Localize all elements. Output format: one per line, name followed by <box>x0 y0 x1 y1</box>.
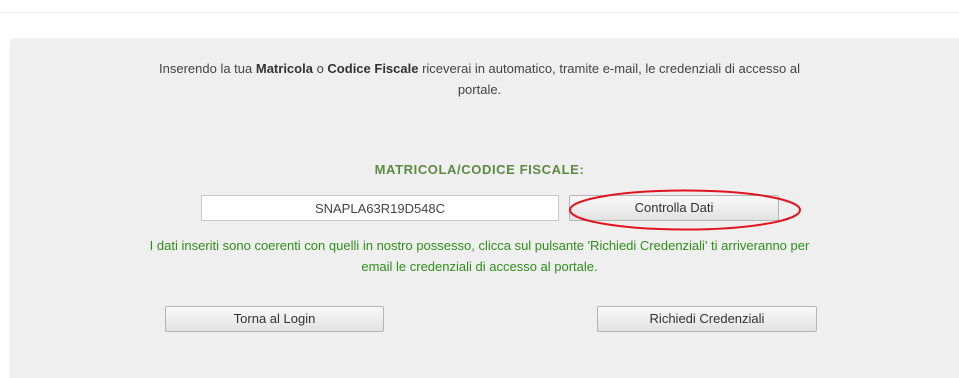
check-data-button[interactable]: Controlla Dati <box>569 195 779 221</box>
matricola-field-label: MATRICOLA/CODICE FISCALE: <box>374 162 585 177</box>
intro-line-1: Inserendo la tua Matricola o Codice Fisc… <box>0 58 959 79</box>
intro-codice-fiscale: Codice Fiscale <box>327 61 419 76</box>
back-to-login-button[interactable]: Torna al Login <box>165 306 384 332</box>
intro-line-2: portale. <box>457 82 502 97</box>
intro-pre: Inserendo la tua <box>159 61 256 76</box>
intro-post: riceverai in automatico, tramite e-mail,… <box>418 61 800 76</box>
matricola-input[interactable] <box>201 195 559 221</box>
top-divider <box>0 12 959 13</box>
success-message-line-1: I dati inseriti sono coerenti con quelli… <box>149 238 810 253</box>
success-message-line-2: email le credenziali di accesso al porta… <box>361 259 598 274</box>
intro-text: Inserendo la tua Matricola o Codice Fisc… <box>0 58 959 100</box>
intro-matricola: Matricola <box>255 61 313 76</box>
request-credentials-button[interactable]: Richiedi Credenziali <box>597 306 817 332</box>
intro-middle: o <box>312 61 328 76</box>
success-message: I dati inseriti sono coerenti con quelli… <box>0 235 959 277</box>
